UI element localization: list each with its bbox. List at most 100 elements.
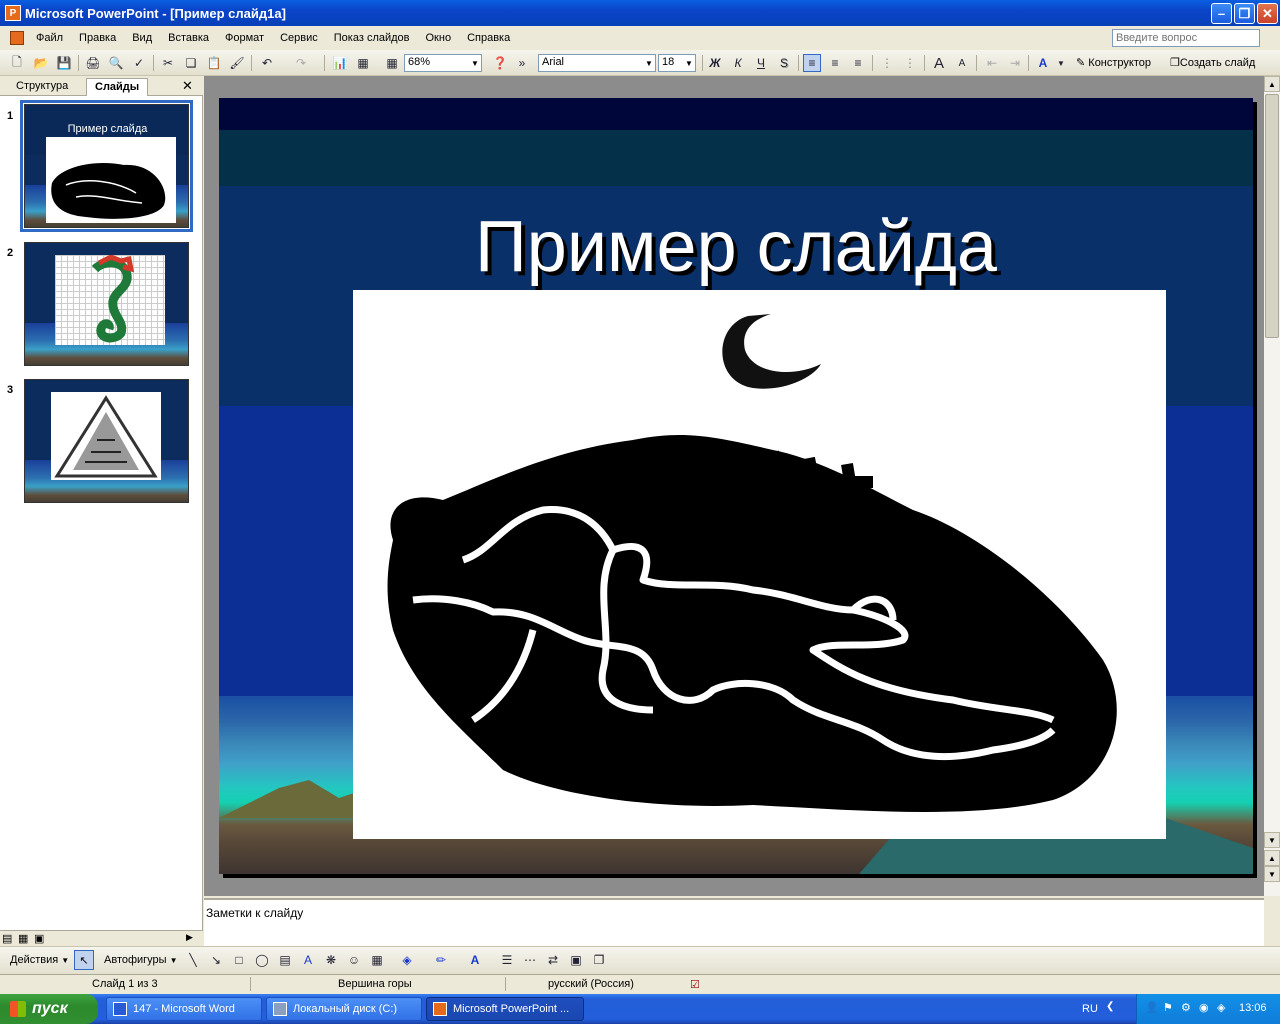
menu-edit[interactable]: Правка (71, 32, 124, 44)
align-left-icon[interactable]: ≡ (803, 54, 821, 72)
close-button[interactable]: ✕ (1257, 3, 1278, 24)
numbering-icon[interactable]: ⋮ (878, 54, 896, 72)
chevron-down-icon[interactable]: ▼ (469, 55, 481, 71)
bullets-icon[interactable]: ⋮ (901, 54, 919, 72)
line-style-icon[interactable]: ☰ (498, 951, 516, 969)
document-icon[interactable] (6, 29, 28, 47)
minimize-button[interactable]: – (1211, 3, 1232, 24)
oval-icon[interactable]: ◯ (253, 951, 271, 969)
paste-icon[interactable]: 📋 (205, 54, 223, 72)
close-pane-icon[interactable]: ✕ (182, 78, 193, 94)
menu-slideshow[interactable]: Показ слайдов (326, 32, 418, 44)
align-center-icon[interactable]: ≡ (826, 54, 844, 72)
copy-icon[interactable]: ❏ (182, 54, 200, 72)
chevron-down-icon[interactable]: ▼ (1052, 54, 1070, 72)
menu-view[interactable]: Вид (124, 32, 160, 44)
undo-icon[interactable]: ↶ (258, 54, 276, 72)
taskbar-item-explorer[interactable]: Локальный диск (C:) (266, 997, 422, 1021)
print-preview-icon[interactable]: 🔍 (107, 54, 125, 72)
slide-picture[interactable] (353, 290, 1166, 839)
insert-chart-icon[interactable]: 📊 (331, 54, 349, 72)
open-folder-icon[interactable]: 📂 (32, 54, 50, 72)
tab-slides[interactable]: Слайды (86, 78, 149, 96)
help-search-input[interactable] (1112, 29, 1260, 47)
slide-sorter-icon[interactable]: ▦ (18, 932, 28, 945)
antivirus-icon[interactable]: ◈ (1217, 1001, 1225, 1014)
3d-style-icon[interactable]: ❐ (590, 951, 608, 969)
format-painter-icon[interactable]: 🖌 (228, 54, 246, 72)
scroll-right-icon[interactable]: ▶ (186, 932, 193, 943)
scroll-thumb[interactable] (1265, 94, 1279, 338)
line-color-icon[interactable]: ✏ (432, 951, 450, 969)
decrease-indent-icon[interactable]: ⇤ (983, 54, 1001, 72)
spellcheck-status-icon[interactable]: ☑ (690, 978, 700, 991)
spelling-icon[interactable]: ✓ (130, 54, 148, 72)
current-slide[interactable]: Пример слайда (219, 98, 1253, 874)
new-slide-button[interactable]: ❐Создать слайд (1170, 56, 1255, 69)
font-select[interactable]: Arial ▼ (538, 54, 656, 72)
insert-table-icon[interactable]: ▦ (354, 54, 372, 72)
actions-menu[interactable]: Действия ▼ (10, 954, 69, 966)
taskbar-item-powerpoint[interactable]: Microsoft PowerPoint ... (426, 997, 584, 1021)
line-icon[interactable]: ╲ (184, 951, 202, 969)
menu-window[interactable]: Окно (418, 32, 460, 44)
underline-button[interactable]: Ч (752, 54, 770, 72)
redo-icon[interactable]: ↷ (292, 54, 310, 72)
textbox-icon[interactable]: ▤ (276, 951, 294, 969)
tab-outline[interactable]: Структура (8, 78, 76, 96)
shadow-button[interactable]: S (775, 54, 793, 72)
font-size-select[interactable]: 18 ▼ (658, 54, 696, 72)
increase-font-icon[interactable]: A (930, 54, 948, 72)
media-icon[interactable]: ◉ (1199, 1001, 1209, 1014)
diagram-icon[interactable]: ❋ (322, 951, 340, 969)
previous-slide-icon[interactable]: ▲ (1264, 850, 1280, 866)
scroll-down-icon[interactable]: ▼ (1264, 832, 1280, 848)
fill-color-icon[interactable]: ◈ (398, 951, 416, 969)
autoshapes-menu[interactable]: Автофигуры ▼ (104, 954, 178, 966)
menu-help[interactable]: Справка (459, 32, 518, 44)
rectangle-icon[interactable]: □ (230, 951, 248, 969)
increase-indent-icon[interactable]: ⇥ (1006, 54, 1024, 72)
normal-view-icon[interactable]: ▤ (2, 932, 12, 945)
scroll-up-icon[interactable]: ▲ (1264, 76, 1280, 92)
slide-editing-area[interactable]: Пример слайда (204, 76, 1264, 896)
shadow-style-icon[interactable]: ▣ (567, 951, 585, 969)
security-icon[interactable]: ⚙ (1181, 1001, 1191, 1014)
italic-button[interactable]: К (729, 54, 747, 72)
network-icon[interactable]: 👤 (1145, 1001, 1159, 1014)
font-color-icon[interactable]: A (1034, 54, 1052, 72)
next-slide-icon[interactable]: ▼ (1264, 866, 1280, 882)
powerpoint-app-icon[interactable]: P (5, 5, 21, 21)
grid-icon[interactable]: ▦ (383, 54, 401, 72)
keyboard-language[interactable]: RU (1082, 1003, 1098, 1015)
menu-format[interactable]: Формат (217, 32, 272, 44)
toolbar-options-icon[interactable]: » (513, 54, 531, 72)
slide-thumbnail-2[interactable] (24, 242, 189, 366)
menu-file[interactable]: Файл (28, 32, 71, 44)
notes-pane[interactable]: Заметки к слайду (204, 898, 1264, 946)
slide-scrollbar[interactable]: ▲ ▼ ▲ ▼ (1264, 76, 1280, 896)
save-icon[interactable]: 💾 (55, 54, 73, 72)
menu-insert[interactable]: Вставка (160, 32, 217, 44)
arrow-style-icon[interactable]: ⇄ (544, 951, 562, 969)
arrow-icon[interactable]: ↘ (207, 951, 225, 969)
maximize-button[interactable]: ❐ (1234, 3, 1255, 24)
slide-title[interactable]: Пример слайда (219, 206, 1253, 288)
insert-picture-icon[interactable]: ▦ (368, 951, 386, 969)
align-right-icon[interactable]: ≡ (849, 54, 867, 72)
print-icon[interactable]: 🖨 (84, 54, 102, 72)
new-document-icon[interactable]: 🗋 (8, 54, 26, 72)
windows-flag-icon[interactable]: ⚑ (1163, 1001, 1173, 1014)
expand-tray-icon[interactable]: ❮ (1106, 1001, 1114, 1012)
slide-thumbnail-3[interactable] (24, 379, 189, 503)
clock[interactable]: 13:06 (1239, 1002, 1267, 1014)
menu-tools[interactable]: Сервис (272, 32, 326, 44)
designer-button[interactable]: ✎ Конструктор (1076, 56, 1151, 69)
clipart-icon[interactable]: ☺ (345, 951, 363, 969)
slide-thumbnail-1[interactable]: Пример слайда (20, 100, 193, 232)
zoom-select[interactable]: 68% ▼ (404, 54, 482, 72)
dash-style-icon[interactable]: ⋯ (521, 951, 539, 969)
decrease-font-icon[interactable]: A (953, 54, 971, 72)
taskbar-item-word[interactable]: 147 - Microsoft Word (106, 997, 262, 1021)
help-icon[interactable]: ❓ (491, 54, 509, 72)
